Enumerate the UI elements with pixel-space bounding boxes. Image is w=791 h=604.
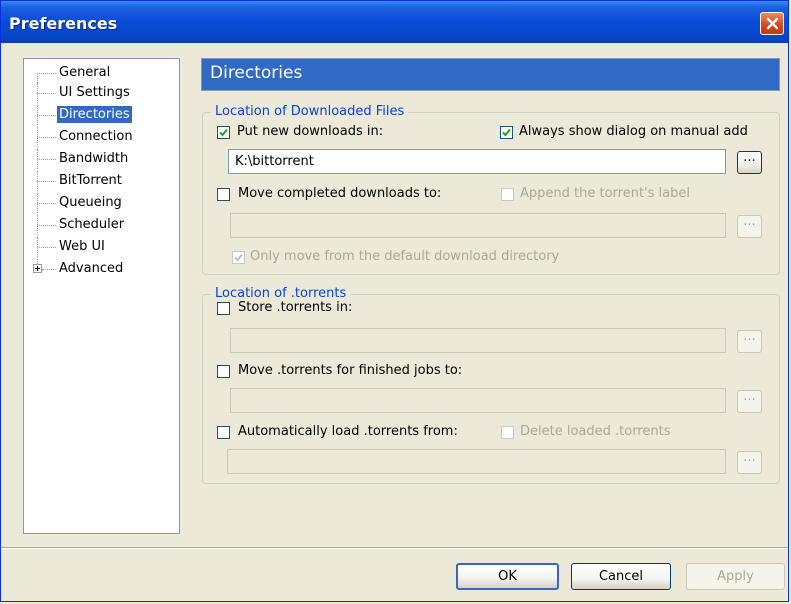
store-torrents-path-input[interactable] xyxy=(230,328,726,353)
tree-item-general[interactable]: General xyxy=(24,63,174,83)
tree-item-queueing[interactable]: Queueing xyxy=(24,193,174,213)
tree-item-ui-settings[interactable]: UI Settings xyxy=(24,83,174,103)
delete-loaded-label[interactable]: Delete loaded .torrents xyxy=(520,424,670,439)
cancel-button[interactable]: Cancel xyxy=(571,563,671,590)
move-completed-checkbox[interactable] xyxy=(217,188,230,201)
autoload-path-input[interactable] xyxy=(227,449,726,474)
tree-item-label: Scheduler xyxy=(59,217,125,232)
completed-path-browse-button[interactable]: ... xyxy=(737,215,762,238)
autoload-torrents-label[interactable]: Automatically load .torrents from: xyxy=(238,424,458,439)
apply-button[interactable]: Apply xyxy=(686,563,785,590)
close-button[interactable] xyxy=(760,12,784,35)
tree-line xyxy=(37,247,56,248)
ok-button[interactable]: OK xyxy=(456,563,559,590)
tree-item-scheduler[interactable]: Scheduler xyxy=(24,215,174,235)
only-move-default-checkbox[interactable] xyxy=(232,251,245,264)
tree-line xyxy=(42,269,56,270)
checkmark-icon xyxy=(219,128,228,137)
put-new-downloads-checkbox[interactable] xyxy=(217,126,230,139)
download-path-input[interactable]: K:\bittorrent xyxy=(228,149,726,174)
finished-torrents-path-input[interactable] xyxy=(230,388,726,413)
move-completed-label[interactable]: Move completed downloads to: xyxy=(238,186,441,201)
preferences-window: Preferences General UI Settings Director… xyxy=(0,0,789,602)
tree-line xyxy=(37,203,56,204)
move-finished-torrents-checkbox[interactable] xyxy=(217,365,230,378)
group-label: Location of .torrents xyxy=(211,286,351,301)
always-show-dialog-label[interactable]: Always show dialog on manual add xyxy=(519,124,748,139)
tree-line xyxy=(37,159,56,160)
close-icon xyxy=(766,17,778,30)
tree-item-label: UI Settings xyxy=(59,85,130,100)
tree-line xyxy=(37,137,56,138)
checkmark-icon xyxy=(234,253,243,262)
tree-item-label: Web UI xyxy=(59,239,105,254)
autoload-browse-button[interactable]: ... xyxy=(737,451,762,474)
window-title: Preferences xyxy=(9,14,118,33)
tree-item-advanced[interactable]: Advanced xyxy=(24,259,174,279)
tree-item-label: Connection xyxy=(59,129,133,144)
delete-loaded-checkbox[interactable] xyxy=(501,426,514,439)
tree-item-bittorrent[interactable]: BitTorrent xyxy=(24,171,174,191)
tree-line xyxy=(37,73,38,83)
tree-line xyxy=(37,181,56,182)
tree-item-label: Directories xyxy=(57,106,132,123)
checkmark-icon xyxy=(502,128,511,137)
tree-item-connection[interactable]: Connection xyxy=(24,127,174,147)
only-move-default-label[interactable]: Only move from the default download dire… xyxy=(250,249,559,264)
tree-line xyxy=(37,93,56,94)
tree-item-label: Advanced xyxy=(59,261,124,276)
append-label-label[interactable]: Append the torrent's label xyxy=(520,186,690,201)
tree-line xyxy=(37,73,56,74)
autoload-torrents-checkbox[interactable] xyxy=(217,426,230,439)
append-label-checkbox[interactable] xyxy=(501,188,514,201)
completed-path-input[interactable] xyxy=(230,213,726,238)
tree-item-directories[interactable]: Directories xyxy=(24,105,174,125)
divider xyxy=(1,547,788,549)
put-new-downloads-label[interactable]: Put new downloads in: xyxy=(237,124,383,139)
section-header: Directories xyxy=(201,58,780,91)
move-finished-torrents-label[interactable]: Move .torrents for finished jobs to: xyxy=(238,363,462,378)
tree-item-bandwidth[interactable]: Bandwidth xyxy=(24,149,174,169)
expand-plus-icon[interactable] xyxy=(33,264,42,273)
tree-item-label: Bandwidth xyxy=(59,151,129,166)
tree-item-web-ui[interactable]: Web UI xyxy=(24,237,174,257)
tree-item-label: Queueing xyxy=(59,195,122,210)
section-title: Directories xyxy=(210,63,303,83)
store-torrents-browse-button[interactable]: ... xyxy=(737,330,762,353)
always-show-dialog-checkbox[interactable] xyxy=(500,126,513,139)
store-torrents-label[interactable]: Store .torrents in: xyxy=(238,300,352,315)
title-bar[interactable]: Preferences xyxy=(1,1,788,43)
finished-torrents-browse-button[interactable]: ... xyxy=(737,390,762,413)
download-path-browse-button[interactable]: ... xyxy=(737,151,762,174)
tree-item-label: General xyxy=(59,65,111,80)
category-tree[interactable]: General UI Settings Directories Connecti… xyxy=(23,58,180,534)
tree-item-label: BitTorrent xyxy=(59,173,122,188)
tree-line xyxy=(37,115,56,116)
group-label: Location of Downloaded Files xyxy=(211,104,409,119)
store-torrents-checkbox[interactable] xyxy=(217,302,230,315)
tree-line xyxy=(37,225,56,226)
